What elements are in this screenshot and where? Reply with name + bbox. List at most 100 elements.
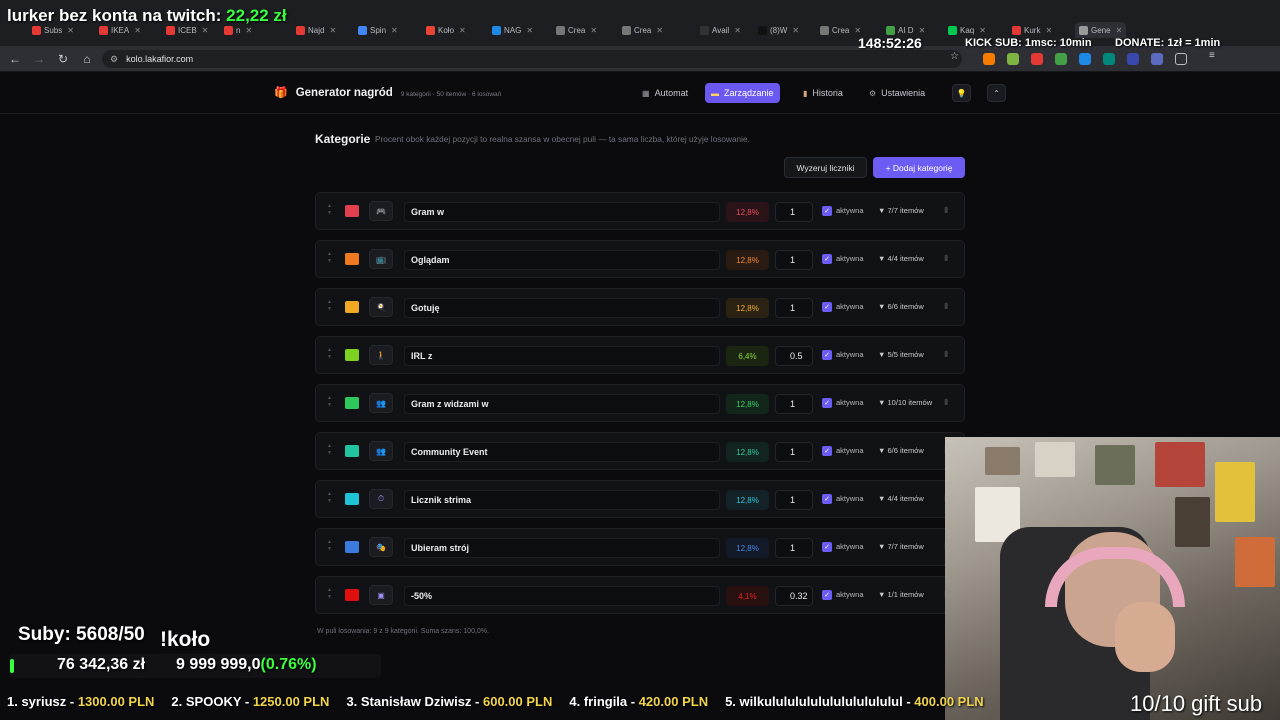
extension-icon[interactable] <box>1127 53 1139 65</box>
weight-input[interactable]: 1 <box>775 442 813 462</box>
trash-icon[interactable]: ▮ <box>944 301 948 310</box>
items-toggle[interactable]: ▼ 7/7 itemów <box>878 542 924 551</box>
tv-icon[interactable]: 📺 <box>369 249 393 269</box>
active-checkbox[interactable]: ✓ <box>822 254 832 264</box>
close-tab-icon[interactable]: ✕ <box>459 26 466 35</box>
lightbulb-icon[interactable]: 💡 <box>952 84 971 102</box>
menu-icon[interactable]: ≡ <box>1209 50 1221 62</box>
close-tab-icon[interactable]: ✕ <box>734 26 741 35</box>
category-name-input[interactable]: Gotuję <box>404 298 720 318</box>
color-swatch[interactable] <box>345 541 359 553</box>
close-tab-icon[interactable]: ✕ <box>245 26 252 35</box>
drag-handle-icon[interactable]: ▲ ▼ <box>327 395 332 409</box>
browser-tab[interactable]: Crea ✕ <box>622 22 663 38</box>
close-tab-icon[interactable]: ✕ <box>134 26 141 35</box>
browser-tab[interactable]: NAG ✕ <box>492 22 533 38</box>
extension-icon[interactable] <box>1103 53 1115 65</box>
active-checkbox[interactable]: ✓ <box>822 206 832 216</box>
close-tab-icon[interactable]: ✕ <box>919 26 926 35</box>
close-tab-icon[interactable]: ✕ <box>792 26 799 35</box>
category-name-input[interactable]: Oglądam <box>404 250 720 270</box>
items-toggle[interactable]: ▼ 6/6 itemów <box>878 446 924 455</box>
url-input[interactable]: ⚙ kolo.lakafior.com <box>102 50 962 68</box>
browser-tab[interactable]: Spin ✕ <box>358 22 398 38</box>
close-tab-icon[interactable]: ✕ <box>854 26 861 35</box>
active-checkbox[interactable]: ✓ <box>822 350 832 360</box>
cube-icon[interactable]: ▣ <box>369 585 393 605</box>
items-toggle[interactable]: ▼ 10/10 itemów <box>878 398 932 407</box>
counter-icon[interactable]: ⏱ <box>369 489 393 509</box>
trash-icon[interactable]: ▮ <box>944 253 948 262</box>
category-name-input[interactable]: IRL z <box>404 346 720 366</box>
close-tab-icon[interactable]: ✕ <box>202 26 209 35</box>
items-toggle[interactable]: ▼ 4/4 itemów <box>878 254 924 263</box>
browser-tab[interactable]: Kaq ✕ <box>948 22 986 38</box>
category-name-input[interactable]: Ubieram strój <box>404 538 720 558</box>
drag-handle-icon[interactable]: ▲ ▼ <box>327 203 332 217</box>
close-tab-icon[interactable]: ✕ <box>329 26 336 35</box>
active-checkbox[interactable]: ✓ <box>822 398 832 408</box>
close-tab-icon[interactable]: ✕ <box>979 26 986 35</box>
community-icon[interactable]: 👥 <box>369 441 393 461</box>
close-tab-icon[interactable]: ✕ <box>656 26 663 35</box>
collapse-icon[interactable]: ⌃ <box>987 84 1006 102</box>
active-checkbox[interactable]: ✓ <box>822 446 832 456</box>
color-swatch[interactable] <box>345 589 359 601</box>
close-tab-icon[interactable]: ✕ <box>1116 26 1123 35</box>
drag-handle-icon[interactable]: ▲ ▼ <box>327 443 332 457</box>
extension-icon[interactable] <box>1055 53 1067 65</box>
browser-tab[interactable]: Gene ✕ <box>1075 22 1127 38</box>
extensions-puzzle-icon[interactable] <box>1175 53 1187 65</box>
back-icon[interactable]: ← <box>7 51 23 67</box>
color-swatch[interactable] <box>345 493 359 505</box>
extension-icon[interactable] <box>1151 53 1163 65</box>
weight-input[interactable]: 1 <box>775 202 813 222</box>
close-tab-icon[interactable]: ✕ <box>526 26 533 35</box>
color-swatch[interactable] <box>345 445 359 457</box>
drag-handle-icon[interactable]: ▲ ▼ <box>327 491 332 505</box>
gamepad-icon[interactable]: 🎮 <box>369 201 393 221</box>
active-checkbox[interactable]: ✓ <box>822 494 832 504</box>
items-toggle[interactable]: ▼ 6/6 itemów <box>878 302 924 311</box>
close-tab-icon[interactable]: ✕ <box>590 26 597 35</box>
weight-input[interactable]: 1 <box>775 250 813 270</box>
weight-input[interactable]: 0.32 <box>775 586 813 606</box>
drag-handle-icon[interactable]: ▲ ▼ <box>327 539 332 553</box>
extension-icon[interactable] <box>983 53 995 65</box>
weight-input[interactable]: 1 <box>775 490 813 510</box>
trash-icon[interactable]: ▮ <box>944 349 948 358</box>
tab-automat[interactable]: ▦ Automat <box>636 83 694 103</box>
browser-tab[interactable]: Koło ✕ <box>426 22 466 38</box>
add-category-button[interactable]: + Dodaj kategorię <box>873 157 965 178</box>
home-icon[interactable]: ⌂ <box>79 51 95 67</box>
close-tab-icon[interactable]: ✕ <box>67 26 74 35</box>
items-toggle[interactable]: ▼ 7/7 itemów <box>878 206 924 215</box>
site-info-icon[interactable]: ⚙ <box>110 54 118 65</box>
browser-tab[interactable]: Crea ✕ <box>820 22 861 38</box>
drag-handle-icon[interactable]: ▲ ▼ <box>327 299 332 313</box>
drag-handle-icon[interactable]: ▲ ▼ <box>327 251 332 265</box>
reset-counters-button[interactable]: Wyzeruj liczniki <box>784 157 867 178</box>
browser-tab[interactable]: Crea ✕ <box>556 22 597 38</box>
cooking-icon[interactable]: 🍳 <box>369 297 393 317</box>
tab-historia[interactable]: ▮ Historia <box>797 83 849 103</box>
people-icon[interactable]: 👥 <box>369 393 393 413</box>
items-toggle[interactable]: ▼ 5/5 itemów <box>878 350 924 359</box>
color-swatch[interactable] <box>345 349 359 361</box>
weight-input[interactable]: 1 <box>775 394 813 414</box>
color-swatch[interactable] <box>345 397 359 409</box>
trash-icon[interactable]: ▮ <box>944 397 948 406</box>
active-checkbox[interactable]: ✓ <box>822 542 832 552</box>
extension-icon[interactable] <box>1007 53 1019 65</box>
extension-icon[interactable] <box>1031 53 1043 65</box>
weight-input[interactable]: 1 <box>775 298 813 318</box>
close-tab-icon[interactable]: ✕ <box>1045 26 1052 35</box>
category-name-input[interactable]: Licznik strima <box>404 490 720 510</box>
walking-icon[interactable]: 🚶 <box>369 345 393 365</box>
close-tab-icon[interactable]: ✕ <box>391 26 398 35</box>
category-name-input[interactable]: Community Event <box>404 442 720 462</box>
browser-tab[interactable]: Najd ✕ <box>296 22 336 38</box>
browser-tab[interactable]: (8)W ✕ <box>758 22 799 38</box>
items-toggle[interactable]: ▼ 4/4 itemów <box>878 494 924 503</box>
bookmark-star-icon[interactable]: ☆ <box>950 51 962 63</box>
